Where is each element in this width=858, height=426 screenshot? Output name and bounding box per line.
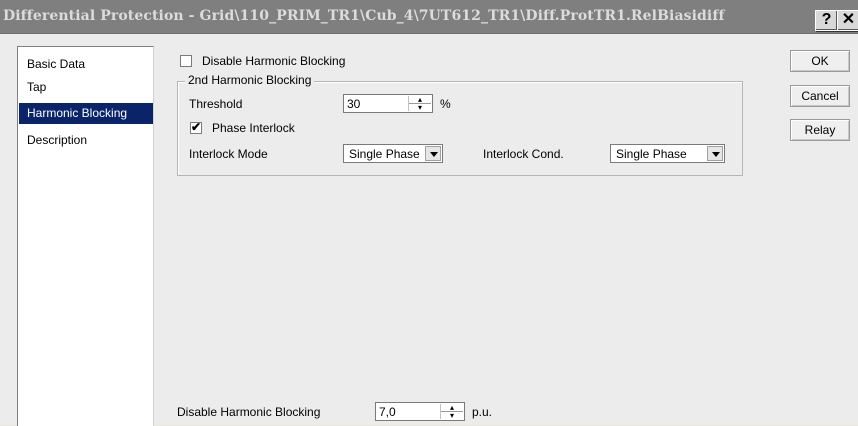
disable-harmonic-spinner[interactable]: 7,0 ▴ ▾: [375, 402, 465, 421]
category-list: Basic Data Tap Harmonic Blocking Descrip…: [17, 46, 154, 426]
help-button[interactable]: ?: [815, 10, 838, 31]
interlock-cond-label: Interlock Cond.: [483, 147, 564, 161]
close-button[interactable]: ✕: [837, 10, 858, 31]
interlock-cond-select[interactable]: Single Phase: [610, 144, 725, 163]
check-icon: ✔: [191, 120, 202, 134]
threshold-label: Threshold: [189, 97, 243, 111]
nav-item-tap[interactable]: Tap: [19, 77, 153, 98]
interlock-cond-value: Single Phase: [616, 147, 687, 161]
interlock-mode-value: Single Phase: [349, 147, 420, 161]
threshold-unit: %: [440, 97, 451, 111]
disable-harmonic-spin-buttons[interactable]: ▴ ▾: [440, 404, 463, 420]
relay-button[interactable]: Relay: [790, 119, 850, 141]
disable-harmonic-blocking-label: Disable Harmonic Blocking: [202, 54, 346, 68]
threshold-spinner[interactable]: 30 ▴ ▾: [343, 94, 433, 113]
title-bar: Differential Protection - Grid\110_PRIM_…: [0, 0, 858, 34]
threshold-spin-buttons[interactable]: ▴ ▾: [408, 96, 431, 112]
disable-harmonic-value: 7,0: [379, 405, 396, 419]
phase-interlock-label: Phase Interlock: [212, 121, 295, 135]
cancel-button[interactable]: Cancel: [790, 85, 850, 107]
group-title: 2nd Harmonic Blocking: [185, 73, 315, 87]
phase-interlock-checkbox[interactable]: ✔: [190, 120, 202, 134]
interlock-mode-label: Interlock Mode: [189, 147, 268, 161]
interlock-mode-select[interactable]: Single Phase: [343, 144, 443, 163]
nav-item-description[interactable]: Description: [19, 130, 153, 151]
chevron-down-icon[interactable]: [425, 146, 441, 161]
window-title: Differential Protection - Grid\110_PRIM_…: [3, 8, 725, 24]
disable-harmonic-blocking-checkbox[interactable]: [180, 55, 192, 67]
spin-down-icon[interactable]: ▾: [441, 412, 463, 420]
ok-button[interactable]: OK: [790, 50, 850, 72]
threshold-value: 30: [347, 97, 361, 111]
spin-down-icon[interactable]: ▾: [409, 104, 431, 112]
nav-item-harmonic-blocking[interactable]: Harmonic Blocking: [19, 103, 153, 124]
nav-item-basic-data[interactable]: Basic Data: [19, 54, 153, 75]
bottom-disable-harmonic-label: Disable Harmonic Blocking: [177, 405, 321, 419]
chevron-down-icon[interactable]: [707, 146, 723, 161]
disable-harmonic-unit: p.u.: [472, 405, 493, 419]
